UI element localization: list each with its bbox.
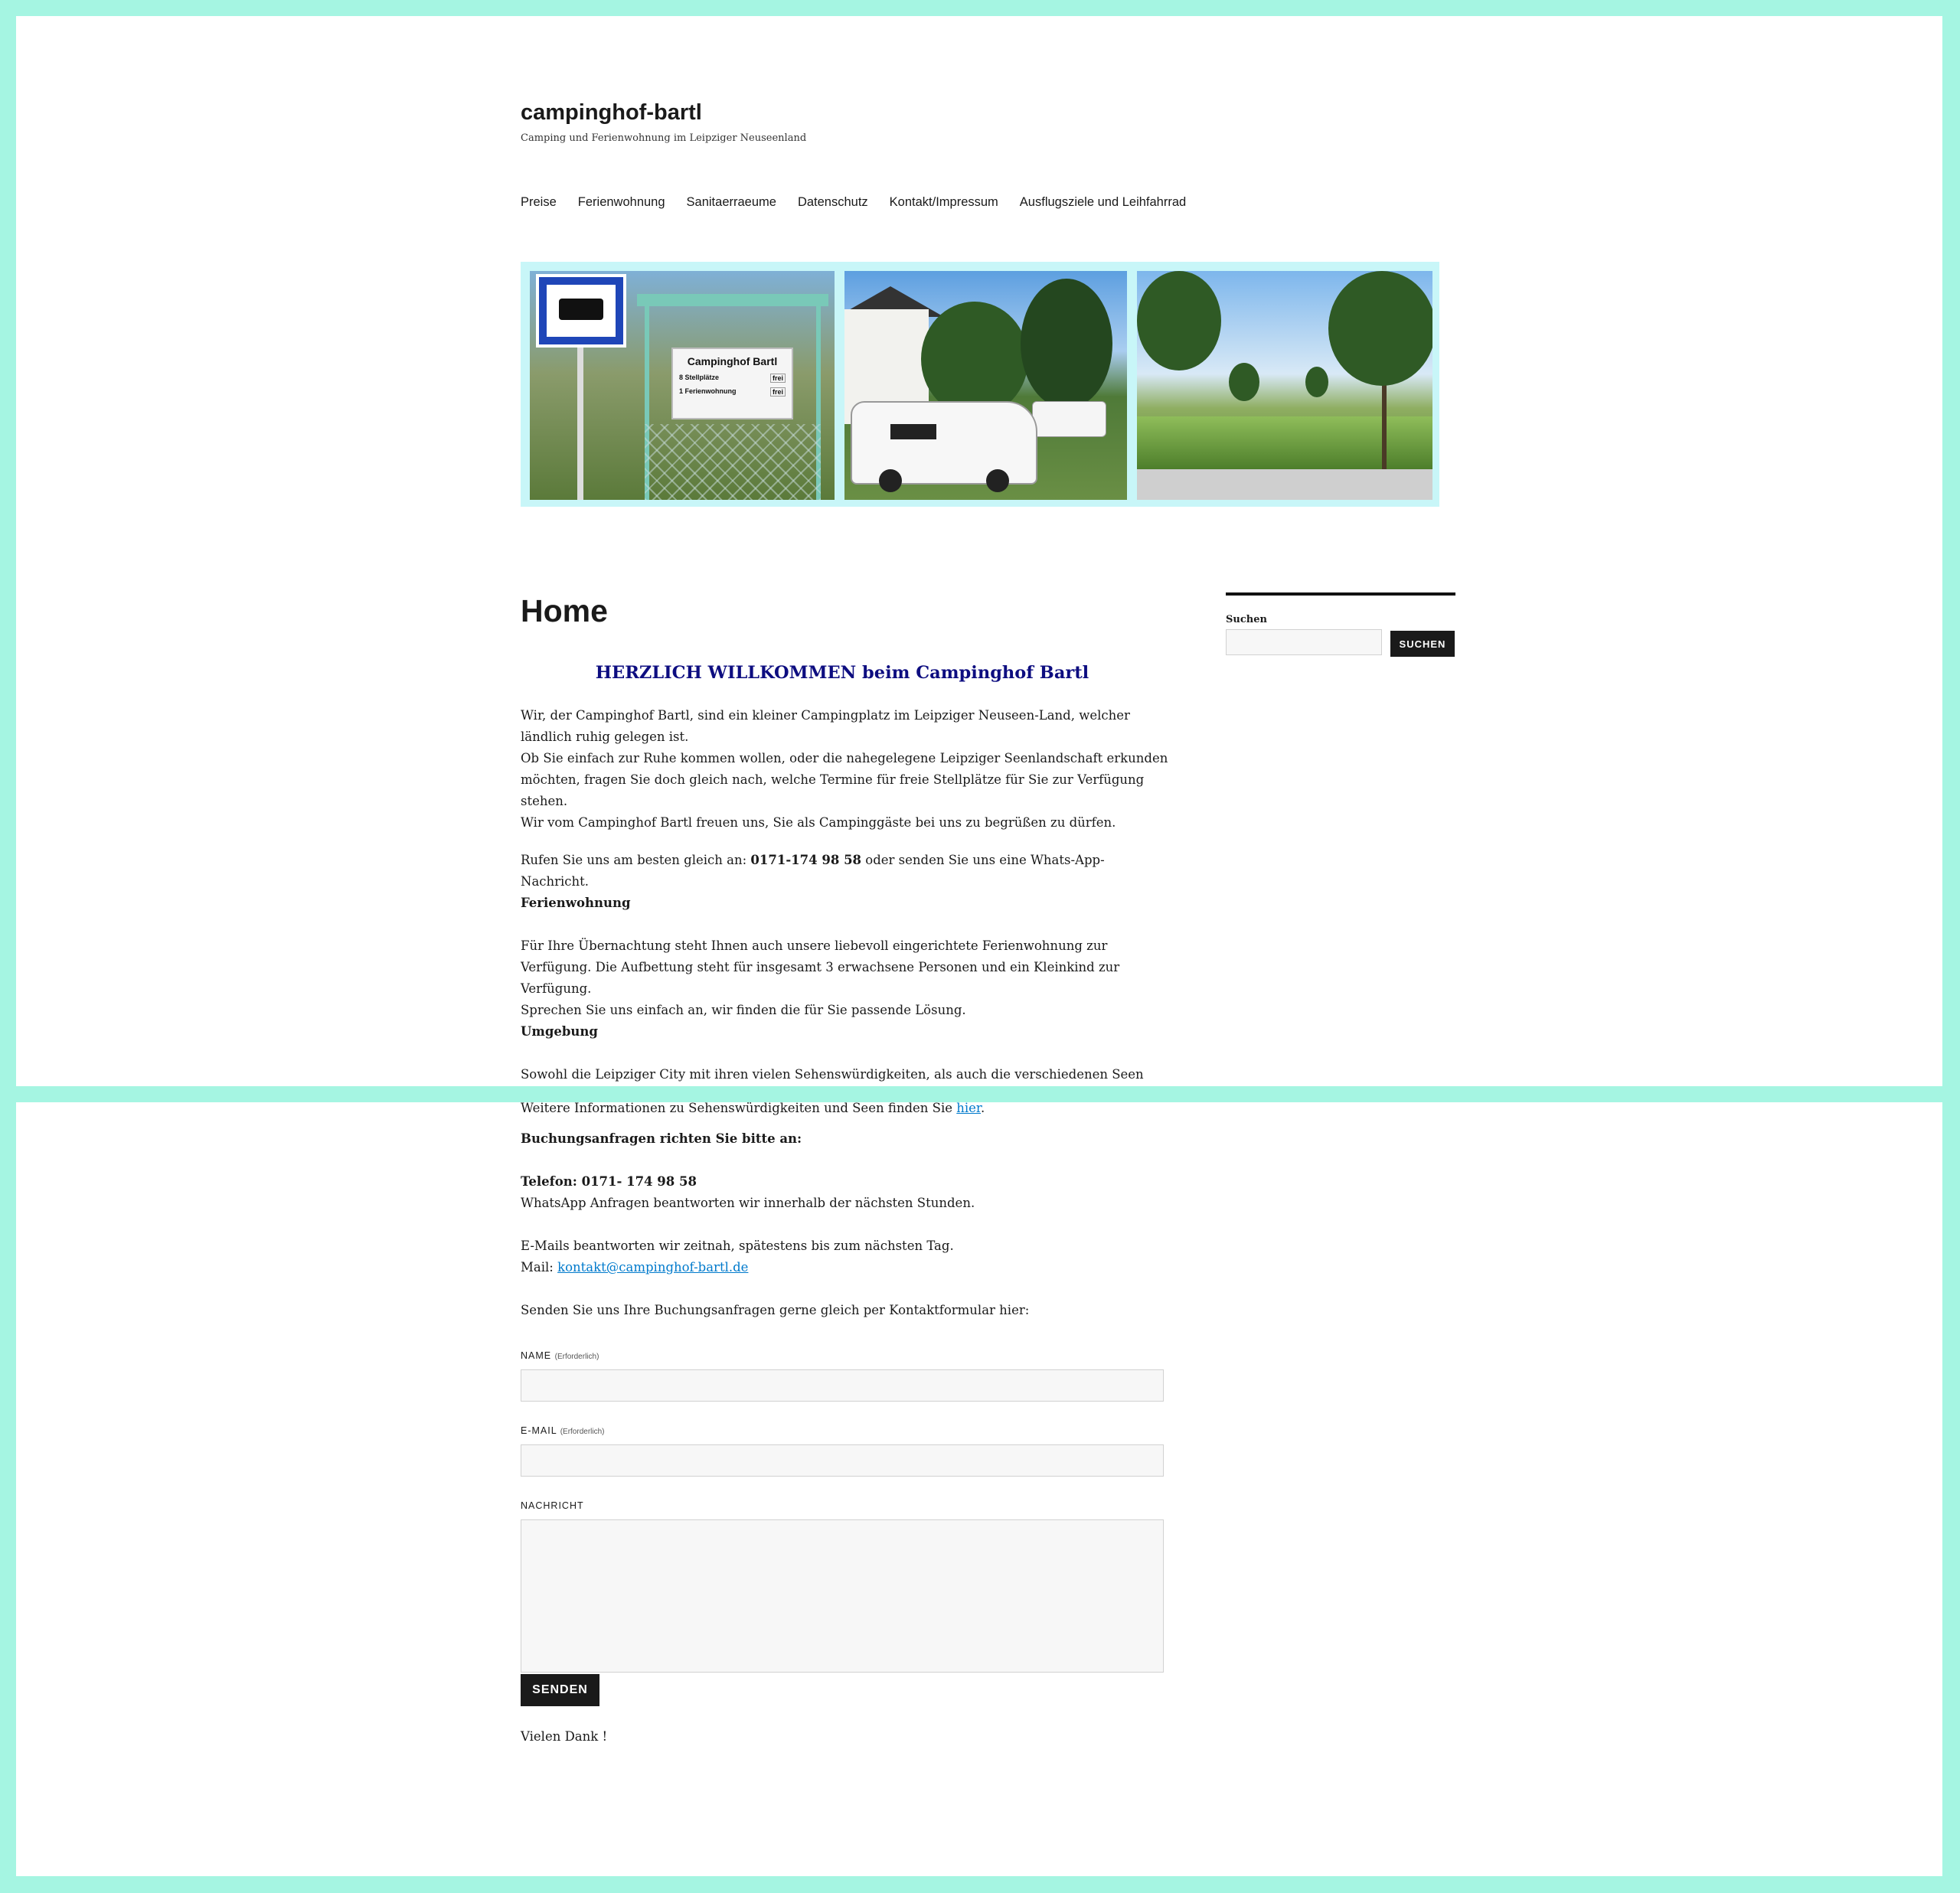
campinghof-sign: Campinghof Bartl 8 Stellplätze frei 1 Fe… xyxy=(671,348,793,419)
search-button[interactable]: SUCHEN xyxy=(1390,631,1455,657)
name-label: NAME (Erforderlich) xyxy=(521,1350,599,1361)
photo-field-landscape xyxy=(1137,271,1432,500)
tree xyxy=(1305,367,1328,397)
field xyxy=(1137,416,1432,470)
ferienwohnung-text-1: Für Ihre Übernachtung steht Ihnen auch u… xyxy=(521,938,1120,996)
mail-link[interactable]: kontakt@campinghof-bartl.de xyxy=(557,1260,748,1275)
call-paragraph: Rufen Sie uns am besten gleich an: 0171-… xyxy=(521,850,1171,893)
sidebar-search-widget: Suchen SUCHEN xyxy=(1226,592,1455,657)
search-input[interactable] xyxy=(1226,629,1382,655)
email-label: E-MAIL (Erforderlich) xyxy=(521,1425,605,1436)
photo-campervan xyxy=(844,271,1127,500)
tree xyxy=(1137,271,1221,370)
hier-link[interactable]: hier xyxy=(956,1102,981,1115)
name-label-text: NAME xyxy=(521,1350,552,1361)
tree xyxy=(1021,279,1112,409)
booking-whatsapp: WhatsApp Anfragen beantworten wir innerh… xyxy=(521,1196,975,1210)
booking-contact: Telefon: 0171- 174 98 58 WhatsApp Anfrag… xyxy=(521,1171,1171,1214)
search-label: Suchen xyxy=(1226,614,1267,625)
sign-free-1: frei xyxy=(769,374,786,383)
intro-text-2: Ob Sie einfach zur Ruhe kommen wollen, o… xyxy=(521,751,1168,808)
mail-prefix: Mail: xyxy=(521,1260,558,1275)
email-field[interactable] xyxy=(521,1444,1164,1477)
message-label: NACHRICHT xyxy=(521,1500,584,1511)
email-note: E-Mails beantworten wir zeitnah, spätest… xyxy=(521,1239,954,1253)
submit-button[interactable]: SENDEN xyxy=(521,1674,599,1706)
main-navigation: Preise Ferienwohnung Sanitaerraeume Date… xyxy=(521,195,1186,210)
intro-section: Wir, der Campinghof Bartl, sind ein klei… xyxy=(521,705,1171,834)
umgebung-heading-wrap: Umgebung xyxy=(521,1021,1171,1043)
tree xyxy=(921,302,1028,416)
intro-text-1: Wir, der Campinghof Bartl, sind ein klei… xyxy=(521,708,1130,744)
sign-post xyxy=(577,348,583,500)
email-required: (Erforderlich) xyxy=(560,1428,605,1436)
page-upper-section: campinghof-bartl Camping und Ferienwohnu… xyxy=(16,16,1942,1086)
form-intro: Senden Sie uns Ihre Buchungsanfragen ger… xyxy=(521,1303,1030,1317)
booking-heading-wrap: Buchungsanfragen richten Sie bitte an: xyxy=(521,1128,1171,1150)
camper-small xyxy=(1032,401,1106,437)
ferienwohnung-section: Für Ihre Übernachtung steht Ihnen auch u… xyxy=(521,935,1171,1021)
umgebung-section-upper: Sowohl die Leipziger City mit ihren viel… xyxy=(521,1064,1171,1086)
umgebung-text-2: Weitere Informationen zu Sehenswürdigkei… xyxy=(521,1102,957,1115)
tree xyxy=(1229,363,1259,401)
umgebung-heading: Umgebung xyxy=(521,1024,598,1039)
email-label-text: E-MAIL xyxy=(521,1425,557,1436)
sign-line-stellplaetze: 8 Stellplätze xyxy=(679,374,720,381)
ferienwohnung-heading-wrap: Ferienwohnung xyxy=(521,893,1171,914)
tree xyxy=(1328,271,1432,386)
campervan xyxy=(851,401,1037,492)
message-field[interactable] xyxy=(521,1519,1164,1673)
site-description: Camping und Ferienwohnung im Leipziger N… xyxy=(521,132,807,144)
phone-number: 0171-174 98 58 xyxy=(750,853,862,867)
call-prefix: Rufen Sie uns am besten gleich an: xyxy=(521,853,751,867)
nav-item-preise[interactable]: Preise xyxy=(521,195,557,210)
photo-entrance-sign: Campinghof Bartl 8 Stellplätze frei 1 Fe… xyxy=(530,271,835,500)
name-field[interactable] xyxy=(521,1369,1164,1402)
intro-text-3: Wir vom Campinghof Bartl freuen uns, Sie… xyxy=(521,815,1116,830)
name-required: (Erforderlich) xyxy=(554,1353,599,1361)
umgebung-section-lower: Weitere Informationen zu Sehenswürdigkei… xyxy=(521,1102,1171,1119)
page-container-lower: Weitere Informationen zu Sehenswürdigkei… xyxy=(521,1102,1455,1876)
page-title: Home xyxy=(521,593,608,628)
nav-item-kontakt-impressum[interactable]: Kontakt/Impressum xyxy=(890,195,998,210)
camper-sign-icon xyxy=(536,274,626,348)
ferienwohnung-text-2: Sprechen Sie uns einfach an, wir finden … xyxy=(521,1003,966,1017)
thanks-text: Vielen Dank ! xyxy=(521,1729,608,1744)
nav-item-ausflugsziele[interactable]: Ausflugsziele und Leihfahrrad xyxy=(1020,195,1186,210)
header-image: Campinghof Bartl 8 Stellplätze frei 1 Fe… xyxy=(521,262,1439,507)
nav-item-datenschutz[interactable]: Datenschutz xyxy=(798,195,868,210)
fence xyxy=(645,424,821,500)
welcome-heading: HERZLICH WILLKOMMEN beim Campinghof Bart… xyxy=(595,663,1089,683)
form-intro-wrap: Senden Sie uns Ihre Buchungsanfragen ger… xyxy=(521,1300,1171,1321)
booking-heading: Buchungsanfragen richten Sie bitte an: xyxy=(521,1131,802,1146)
umgebung-text-1: Sowohl die Leipziger City mit ihren viel… xyxy=(521,1067,1144,1082)
umgebung-text-2-suffix: . xyxy=(981,1102,985,1115)
ferienwohnung-heading: Ferienwohnung xyxy=(521,896,631,910)
site-title[interactable]: campinghof-bartl xyxy=(521,100,702,126)
thanks-wrap: Vielen Dank ! xyxy=(521,1726,1171,1748)
nav-item-ferienwohnung[interactable]: Ferienwohnung xyxy=(578,195,665,210)
email-contact: E-Mails beantworten wir zeitnah, spätest… xyxy=(521,1235,1171,1278)
booking-phone: Telefon: 0171- 174 98 58 xyxy=(521,1174,697,1189)
page-lower-section: Weitere Informationen zu Sehenswürdigkei… xyxy=(16,1102,1942,1876)
sign-title: Campinghof Bartl xyxy=(687,355,778,367)
sign-line-ferienwohnung: 1 Ferienwohnung xyxy=(679,387,737,395)
page-container: campinghof-bartl Camping und Ferienwohnu… xyxy=(521,16,1455,1086)
road xyxy=(1137,469,1432,500)
nav-item-sanitaerraeume[interactable]: Sanitaerraeume xyxy=(687,195,776,210)
sign-free-2: frei xyxy=(769,387,786,397)
